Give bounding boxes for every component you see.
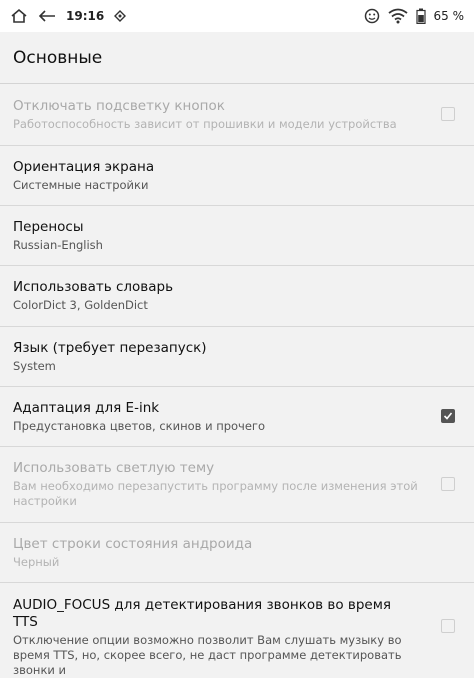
setting-checkbox[interactable]: [441, 106, 455, 121]
setting-hyphenation[interactable]: Переносы Russian-English: [0, 206, 474, 266]
setting-checkbox[interactable]: [441, 476, 455, 491]
setting-summary: Вам необходимо перезапустить программу п…: [13, 479, 418, 508]
setting-light-theme[interactable]: Использовать светлую тему Вам необходимо…: [0, 447, 474, 523]
setting-summary: System: [13, 358, 56, 373]
setting-use-dictionary[interactable]: Использовать словарь ColorDict 3, Golden…: [0, 266, 474, 327]
sync-icon: [114, 10, 127, 22]
back-arrow-icon[interactable]: [38, 9, 56, 23]
setting-summary: Отключение опции возможно позволит Вам с…: [13, 633, 402, 677]
status-time: 19:16: [66, 9, 105, 23]
page-title: Основные: [0, 32, 474, 84]
setting-title: Использовать словарь: [13, 279, 174, 295]
setting-summary: Черный: [13, 554, 60, 569]
setting-title: Адаптация для E-ink: [13, 399, 160, 416]
setting-disable-button-backlight[interactable]: Отключать подсветку кнопок Работоспособн…: [0, 84, 474, 146]
setting-screen-orientation[interactable]: Ориентация экрана Системные настройки: [0, 146, 474, 206]
face-icon: [364, 8, 380, 24]
setting-title: AUDIO_FOCUS для детектирования звонков в…: [13, 597, 391, 630]
setting-title: Переносы: [13, 218, 84, 235]
setting-summary: ColorDict 3, GoldenDict: [13, 298, 148, 312]
setting-summary: Системные настройки: [13, 177, 149, 192]
battery-icon: [415, 8, 426, 24]
setting-checkbox[interactable]: [441, 408, 455, 423]
setting-summary: Russian-English: [13, 237, 103, 252]
battery-percent: 65 %: [433, 9, 465, 23]
wifi-icon: [387, 8, 408, 24]
setting-status-bar-color[interactable]: Цвет строки состояния андроида Черный: [0, 523, 474, 583]
setting-title: Использовать светлую тему: [13, 460, 215, 476]
setting-title: Язык (требует перезапуск): [13, 339, 207, 356]
setting-audio-focus[interactable]: AUDIO_FOCUS для детектирования звонков в…: [0, 583, 474, 677]
setting-checkbox[interactable]: [441, 619, 455, 633]
settings-list: Отключать подсветку кнопок Работоспособн…: [0, 84, 474, 677]
setting-title: Цвет строки состояния андроида: [13, 535, 253, 552]
setting-eink-adaptation[interactable]: Адаптация для E-ink Предустановка цветов…: [0, 387, 474, 447]
page-title-text: Основные: [13, 47, 103, 68]
home-icon[interactable]: [10, 8, 28, 24]
setting-summary: Предустановка цветов, скинов и прочего: [13, 418, 265, 433]
setting-summary: Работоспособность зависит от прошивки и …: [13, 116, 397, 131]
setting-title: Отключать подсветку кнопок: [13, 97, 225, 114]
setting-title: Ориентация экрана: [13, 158, 155, 175]
setting-language[interactable]: Язык (требует перезапуск) System: [0, 327, 474, 387]
status-bar: 19:16 65 %: [0, 0, 474, 32]
